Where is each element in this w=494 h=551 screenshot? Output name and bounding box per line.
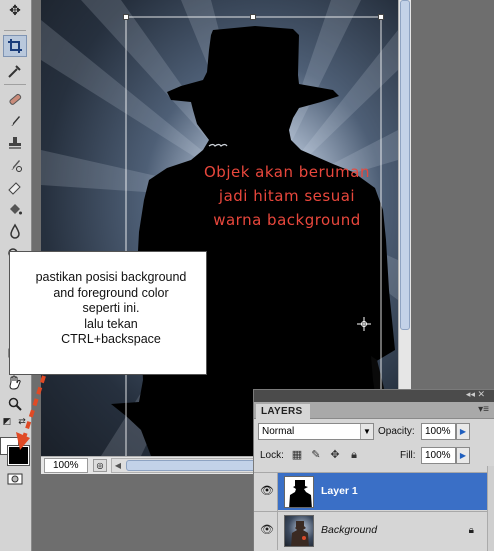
tab-layers[interactable]: LAYERS: [256, 404, 310, 419]
layers-tab-bar: LAYERS ▾≡: [254, 402, 494, 419]
opacity-value: 100%: [425, 426, 451, 437]
clone-stamp-icon[interactable]: [3, 132, 27, 154]
status-menu-button[interactable]: ◎: [93, 459, 107, 472]
blend-mode-select[interactable]: Normal ▼: [258, 423, 374, 440]
chevron-down-icon: ▼: [360, 424, 373, 439]
vertical-scroll-thumb[interactable]: [400, 0, 410, 330]
move-icon[interactable]: ✥: [3, 0, 27, 22]
callout-text: pastikan posisi background and foregroun…: [35, 270, 187, 346]
lock-icon: 🔒︎: [468, 525, 474, 536]
opacity-label: Opacity:: [378, 426, 415, 437]
lock-image-icon[interactable]: ✎: [310, 449, 322, 461]
scroll-left-arrow-icon[interactable]: ◀: [112, 459, 124, 472]
layer-name: Background: [321, 524, 378, 536]
layer-name: Layer 1: [321, 485, 358, 497]
eye-icon: 👁︎: [260, 484, 274, 497]
layer-row-layer-1[interactable]: 👁︎ Layer 1: [254, 472, 488, 511]
image-canvas[interactable]: Objek akan beruman jadi hitam sesuai war…: [41, 0, 398, 456]
tool-divider: [4, 30, 26, 31]
opacity-arrow-icon[interactable]: ▶: [456, 423, 470, 440]
visibility-toggle[interactable]: 👁︎: [254, 473, 278, 511]
layer-thumbnail: [284, 476, 314, 508]
blend-mode-value: Normal: [262, 426, 295, 437]
vertical-scrollbar[interactable]: [398, 0, 411, 456]
panel-menu-icon[interactable]: ▾≡: [478, 404, 489, 415]
visibility-toggle[interactable]: 👁︎: [254, 512, 278, 550]
instruction-callout: pastikan posisi background and foregroun…: [9, 251, 207, 375]
brush-icon[interactable]: [3, 110, 27, 132]
fill-field[interactable]: 100% ▶: [421, 447, 470, 464]
crop-icon[interactable]: [3, 35, 27, 57]
transform-handle[interactable]: [250, 14, 256, 20]
collapse-icon[interactable]: ◂◂ ✕: [466, 389, 485, 400]
eraser-icon[interactable]: [3, 176, 27, 198]
panel-header: ◂◂ ✕: [254, 389, 494, 402]
layers-scrollbar[interactable]: [487, 466, 494, 551]
transform-handle[interactable]: [123, 14, 129, 20]
lock-all-icon[interactable]: 🔒︎: [348, 449, 360, 461]
transform-handle[interactable]: [378, 14, 384, 20]
eyedropper-icon[interactable]: [3, 60, 27, 82]
quick-mask-icon[interactable]: [5, 472, 25, 486]
tool-divider: [4, 84, 26, 85]
layer-row-background[interactable]: 👁︎ Background 🔒︎: [254, 511, 488, 550]
opacity-field[interactable]: 100% ▶: [421, 423, 470, 440]
healing-brush-icon[interactable]: [3, 88, 27, 110]
dashed-arrow: [16, 375, 46, 450]
blur-icon[interactable]: [3, 220, 27, 242]
fill-arrow-icon[interactable]: ▶: [456, 447, 470, 464]
lock-label: Lock:: [260, 450, 284, 461]
fill-label: Fill:: [400, 450, 416, 461]
history-brush-icon[interactable]: [3, 154, 27, 176]
lock-transparent-icon[interactable]: ▦: [291, 449, 303, 461]
photoshop-workspace: ✥ ◩ ⇄ Objek akan beruman jadi hitam sesu…: [0, 0, 494, 551]
layer-thumbnail: [284, 515, 314, 547]
transform-bounding-box[interactable]: [41, 0, 398, 456]
layers-panel: ◂◂ ✕ LAYERS ▾≡ Normal ▼ Opacity: 100% ▶ …: [253, 389, 494, 551]
eye-icon: 👁︎: [260, 523, 274, 536]
fill-value: 100%: [425, 450, 451, 461]
lock-position-icon[interactable]: ✥: [329, 449, 341, 461]
paint-bucket-icon[interactable]: [3, 198, 27, 220]
